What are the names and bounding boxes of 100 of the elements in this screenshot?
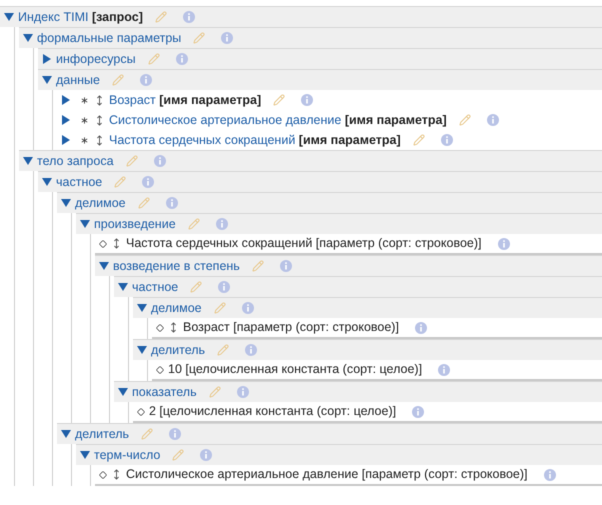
info-icon[interactable] bbox=[169, 428, 182, 440]
triangle-down-icon[interactable] bbox=[137, 345, 147, 355]
leaf-text: Возраст [параметр (сорт: строковое)] bbox=[183, 319, 399, 336]
asterisk-icon bbox=[79, 94, 90, 106]
pencil-icon[interactable] bbox=[412, 134, 425, 146]
pencil-icon[interactable] bbox=[193, 32, 206, 44]
triangle-down-icon[interactable] bbox=[80, 219, 90, 229]
node-name[interactable]: частное bbox=[132, 280, 178, 294]
pencil-icon[interactable] bbox=[148, 53, 160, 65]
pencil-icon[interactable] bbox=[141, 428, 154, 440]
info-icon[interactable] bbox=[200, 449, 212, 461]
triangle-down-icon[interactable] bbox=[61, 198, 71, 208]
node-name[interactable]: делитель bbox=[151, 342, 206, 357]
info-icon[interactable] bbox=[166, 197, 178, 209]
pencil-icon[interactable] bbox=[190, 281, 202, 293]
node-name[interactable]: делитель bbox=[75, 426, 130, 441]
node-name[interactable]: делимое bbox=[151, 300, 202, 315]
triangle-down-icon[interactable] bbox=[80, 450, 90, 460]
node-name[interactable]: Индекс TIMI bbox=[18, 10, 88, 24]
up-down-arrow-icon[interactable] bbox=[111, 238, 122, 249]
node-name[interactable]: произведение bbox=[94, 216, 176, 231]
pencil-icon[interactable] bbox=[114, 176, 126, 188]
up-down-arrow-icon[interactable] bbox=[111, 469, 122, 480]
info-icon[interactable] bbox=[142, 176, 154, 188]
parameter-type: [имя параметра] bbox=[298, 132, 401, 147]
asterisk-icon bbox=[79, 114, 90, 126]
node-name[interactable]: делимое bbox=[75, 196, 126, 210]
pencil-icon[interactable] bbox=[138, 197, 150, 209]
info-icon[interactable] bbox=[218, 281, 230, 293]
pencil-icon[interactable] bbox=[273, 94, 286, 106]
diamond-icon bbox=[156, 366, 164, 374]
info-icon[interactable] bbox=[486, 114, 499, 126]
triangle-down-icon[interactable] bbox=[137, 303, 147, 313]
node-name[interactable]: данные bbox=[56, 72, 100, 87]
pencil-icon[interactable] bbox=[208, 386, 221, 398]
triangle-down-icon[interactable] bbox=[118, 282, 128, 292]
info-icon[interactable] bbox=[176, 53, 188, 65]
triangle-right-icon[interactable] bbox=[61, 115, 71, 125]
info-icon[interactable] bbox=[242, 302, 254, 314]
info-icon[interactable] bbox=[182, 11, 195, 23]
pencil-icon[interactable] bbox=[172, 449, 184, 461]
node-name[interactable]: частное bbox=[56, 174, 102, 189]
info-icon[interactable] bbox=[438, 364, 450, 376]
up-down-arrow-icon[interactable] bbox=[168, 322, 179, 333]
pencil-icon[interactable] bbox=[214, 302, 226, 314]
triangle-down-icon[interactable] bbox=[42, 75, 52, 85]
up-down-arrow-icon[interactable] bbox=[94, 114, 105, 126]
leaf-text: 10 [целочисленная константа (сорт: целое)] bbox=[168, 361, 422, 378]
info-icon[interactable] bbox=[414, 322, 427, 334]
triangle-down-icon[interactable] bbox=[23, 156, 33, 166]
diamond-icon bbox=[137, 408, 145, 416]
diamond-icon bbox=[99, 470, 107, 478]
asterisk-icon bbox=[79, 134, 90, 146]
parameter-name[interactable]: Систолическое артериальное давление bbox=[109, 112, 342, 127]
info-icon[interactable] bbox=[498, 238, 510, 250]
leaf-text: Систолическое артериальное давление [параметр (сорт: строковое)] bbox=[126, 466, 528, 484]
info-icon[interactable] bbox=[301, 94, 314, 106]
triangle-down-icon[interactable] bbox=[23, 33, 33, 43]
triangle-right-icon[interactable] bbox=[61, 95, 71, 105]
triangle-right-icon[interactable] bbox=[42, 54, 52, 64]
leaf-text: 2 [целочисленная константа (сорт: целое)] bbox=[149, 403, 396, 420]
triangle-down-icon[interactable] bbox=[99, 261, 109, 271]
triangle-down-icon[interactable] bbox=[118, 387, 128, 397]
node-name[interactable]: показатель bbox=[132, 384, 197, 399]
info-icon[interactable] bbox=[544, 468, 556, 480]
node-name[interactable]: тело запроса bbox=[37, 154, 114, 168]
info-icon[interactable] bbox=[216, 218, 228, 230]
pencil-icon[interactable] bbox=[252, 260, 264, 272]
triangle-down-icon[interactable] bbox=[4, 12, 14, 22]
parameter-name[interactable]: Возраст bbox=[109, 92, 156, 107]
info-icon[interactable] bbox=[221, 32, 234, 44]
pencil-icon[interactable] bbox=[154, 11, 167, 23]
info-icon[interactable] bbox=[154, 155, 166, 167]
parameter-name[interactable]: Частота сердечных сокращений bbox=[109, 132, 296, 147]
triangle-down-icon[interactable] bbox=[42, 177, 52, 187]
node-name[interactable]: инфоресурсы bbox=[56, 52, 136, 66]
pencil-icon[interactable] bbox=[188, 218, 200, 230]
triangle-right-icon[interactable] bbox=[61, 135, 71, 145]
parameter-type: [имя параметра] bbox=[344, 112, 447, 127]
diamond-icon bbox=[99, 240, 107, 248]
pencil-icon[interactable] bbox=[112, 74, 124, 86]
parameter-type: [имя параметра] bbox=[159, 92, 262, 107]
pencil-icon[interactable] bbox=[458, 114, 471, 126]
node-name[interactable]: возведение в степень bbox=[113, 258, 240, 273]
node-name[interactable]: формальные параметры bbox=[37, 30, 182, 45]
leaf-text: Частота сердечных сокращений [параметр (сорт: строковое)] bbox=[126, 235, 482, 252]
node-name[interactable]: терм-число bbox=[94, 448, 160, 462]
up-down-arrow-icon[interactable] bbox=[94, 134, 105, 146]
info-icon[interactable] bbox=[280, 260, 292, 272]
info-icon[interactable] bbox=[245, 344, 258, 356]
node-type: [запрос] bbox=[92, 10, 143, 24]
triangle-down-icon[interactable] bbox=[61, 429, 71, 439]
pencil-icon[interactable] bbox=[217, 344, 230, 356]
diamond-icon bbox=[156, 324, 164, 332]
info-icon[interactable] bbox=[236, 386, 249, 398]
info-icon[interactable] bbox=[412, 406, 424, 418]
info-icon[interactable] bbox=[440, 134, 453, 146]
info-icon[interactable] bbox=[140, 74, 152, 86]
up-down-arrow-icon[interactable] bbox=[94, 94, 105, 106]
pencil-icon[interactable] bbox=[126, 155, 138, 167]
